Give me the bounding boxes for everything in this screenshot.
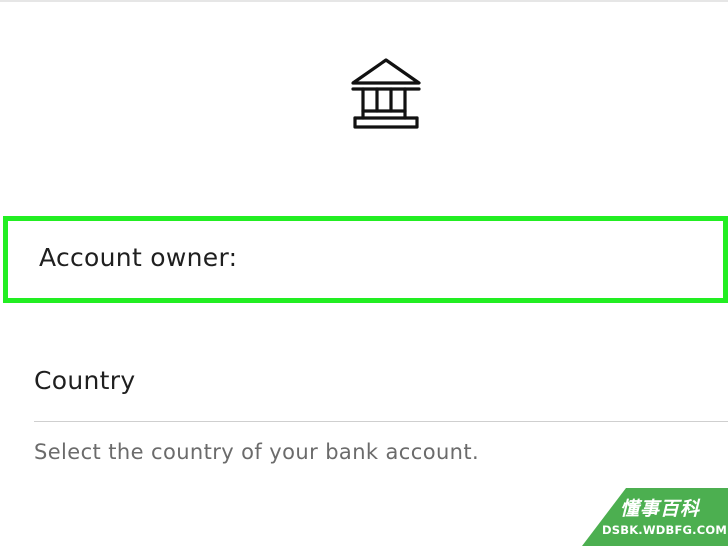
watermark-brand: 懂事百科	[620, 498, 701, 520]
account-owner-field[interactable]: Account owner:	[3, 216, 728, 303]
country-divider	[34, 421, 728, 422]
country-field[interactable]: Country	[34, 366, 135, 395]
top-divider	[0, 0, 728, 2]
bank-icon	[351, 58, 421, 129]
country-help-text: Select the country of your bank account.	[34, 440, 480, 464]
watermark-site: DSBK.WDBFG.COM	[602, 523, 727, 537]
account-owner-label: Account owner:	[39, 243, 238, 272]
watermark: 懂事百科 DSBK.WDBFG.COM	[582, 488, 728, 546]
